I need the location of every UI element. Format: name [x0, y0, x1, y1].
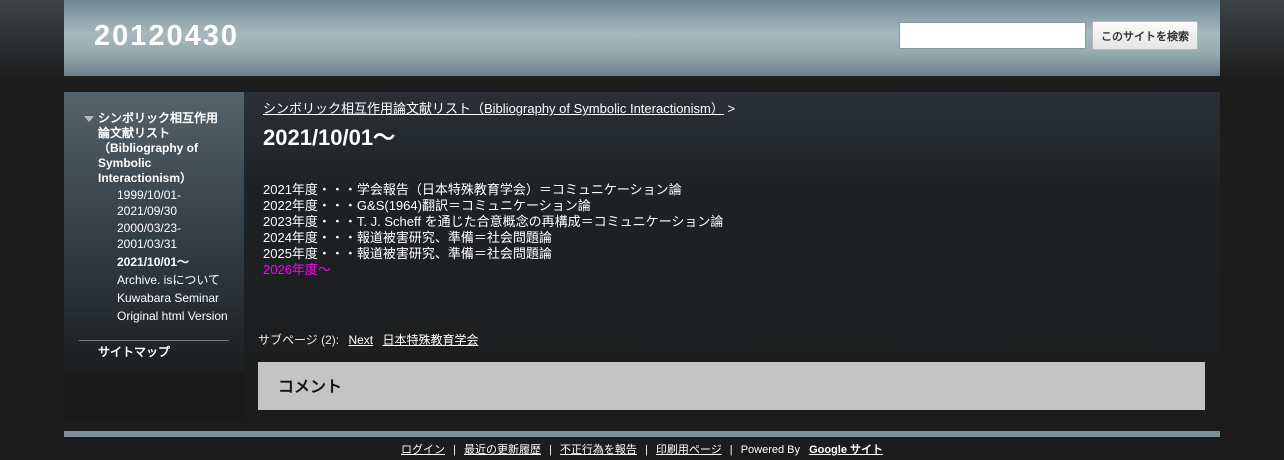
footer-separator: |	[645, 444, 648, 456]
sidebar-divider	[79, 340, 229, 341]
footer-print-page-link[interactable]: 印刷用ページ	[656, 444, 722, 456]
content-line: 2021年度・・・学会報告（日本特殊教育学会）＝コミュニケーション論	[263, 182, 682, 197]
sidebar-item-kuwabara-seminar[interactable]: Kuwabara Seminar	[117, 290, 232, 306]
content-line: 2022年度・・・G&S(1964)翻訳＝コミュニケーション論	[263, 198, 591, 213]
content-line: 2023年度・・・T. J. Scheff を通じた合意概念の再構成＝コミュニケ…	[263, 214, 724, 229]
footer-login-link[interactable]: ログイン	[401, 444, 445, 456]
content-line: 2024年度・・・報道被害研究、準備＝社会問題論	[263, 230, 552, 245]
footer-google-sites-link[interactable]: Google サイト	[809, 444, 883, 456]
main-content: シンボリック相互作用論文献リスト（Bibliography of Symboli…	[244, 92, 1220, 420]
footer-separator: |	[549, 444, 552, 456]
comments-section: コメント	[258, 362, 1205, 410]
subpages-label: サブページ (2):	[258, 333, 340, 347]
content-line: 2025年度・・・報道被害研究、準備＝社会問題論	[263, 246, 552, 261]
sidebar-item-2000[interactable]: 2000/03/23-2001/03/31	[117, 220, 232, 252]
search-input[interactable]	[899, 22, 1086, 49]
subpage-link-next[interactable]: Next	[348, 333, 373, 347]
footer-powered-by: Powered By	[740, 444, 800, 456]
sidebar-item-archive[interactable]: Archive. isについて	[117, 272, 232, 288]
content-line-highlight: 2026年度～	[263, 262, 331, 277]
subpage-link-special-education[interactable]: 日本特殊教育学会	[382, 333, 478, 347]
sidebar-item-2021-current[interactable]: 2021/10/01～	[117, 254, 232, 270]
breadcrumb: シンボリック相互作用論文献リスト（Bibliography of Symboli…	[263, 98, 735, 117]
collapse-arrow-icon[interactable]	[84, 116, 94, 122]
breadcrumb-link-bibliography[interactable]: シンボリック相互作用論文献リスト（Bibliography of Symboli…	[263, 101, 724, 116]
site-title[interactable]: 20120430	[94, 20, 239, 53]
footer-bar	[64, 431, 1220, 437]
sidebar-item-original-html[interactable]: Original html Version	[117, 308, 232, 324]
subpages-list: サブページ (2): Next 日本特殊教育学会	[258, 331, 479, 348]
sidebar-navigation: シンボリック相互作用論文献リスト（Bibliography of Symboli…	[64, 92, 244, 372]
site-header: 20120430 このサイトを検索	[64, 0, 1220, 76]
footer-report-abuse-link[interactable]: 不正行為を報告	[560, 444, 637, 456]
page-title: 2021/10/01～	[263, 125, 396, 150]
footer-recent-activity-link[interactable]: 最近の更新履歴	[464, 444, 541, 456]
footer: ログイン | 最近の更新履歴 | 不正行為を報告 | 印刷用ページ | Powe…	[0, 441, 1284, 457]
footer-separator: |	[729, 444, 733, 456]
search-button[interactable]: このサイトを検索	[1092, 21, 1198, 50]
content-body: 2021年度・・・学会報告（日本特殊教育学会）＝コミュニケーション論 2022年…	[263, 182, 723, 278]
comments-title: コメント	[278, 379, 343, 396]
sidebar-item-sitemap[interactable]: サイトマップ	[98, 343, 170, 360]
sidebar-item-bibliography[interactable]: シンボリック相互作用論文献リスト（Bibliography of Symboli…	[98, 111, 224, 186]
sidebar-item-1999[interactable]: 1999/10/01-2021/09/30	[117, 187, 232, 219]
breadcrumb-separator: >	[727, 101, 736, 116]
content-wrapper: シンボリック相互作用論文献リスト（Bibliography of Symboli…	[64, 92, 1220, 420]
footer-separator: |	[453, 444, 456, 456]
